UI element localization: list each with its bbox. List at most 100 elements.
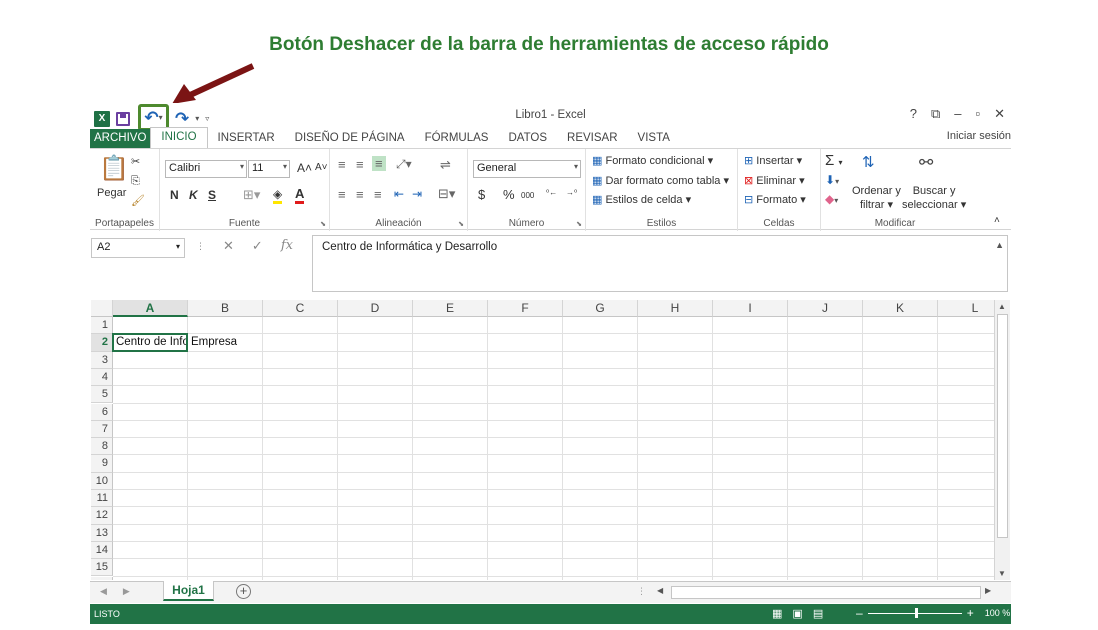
column-header-g[interactable]: G [563, 300, 638, 317]
format-as-table-button[interactable]: ▦ Dar formato como tabla ▾ [592, 174, 729, 187]
formula-bar-input[interactable]: Centro de Informática y Desarrollo ▲ [312, 235, 1008, 292]
tab-diseno[interactable]: DISEÑO DE PÁGINA [285, 129, 415, 148]
normal-view-icon[interactable]: ▦ [772, 607, 782, 620]
collapse-ribbon-icon[interactable]: ˄ [994, 215, 1000, 226]
sort-filter-button[interactable]: Ordenar y filtrar ▾ [852, 184, 901, 212]
format-painter-icon[interactable]: 🖌 [131, 194, 145, 207]
row-header-2[interactable]: 2 [91, 334, 113, 352]
thousands-button[interactable]: 000 [521, 191, 534, 200]
autosum-icon[interactable]: Σ ▾ [825, 152, 842, 169]
align-middle-icon[interactable]: ≡ [356, 157, 364, 172]
underline-button[interactable]: S [208, 188, 216, 202]
format-cells-button[interactable]: ⊟ Formato ▾ [744, 193, 806, 206]
column-header-j[interactable]: J [788, 300, 863, 317]
confirm-entry-icon[interactable]: ✓ [252, 238, 263, 254]
worksheet-grid[interactable]: ABCDEFGHIJKL12345678910111213141516Centr… [91, 300, 994, 580]
tab-vista[interactable]: VISTA [628, 129, 680, 148]
zoom-out-icon[interactable]: – [856, 606, 863, 620]
wrap-text-icon[interactable]: ⇌ [440, 157, 451, 173]
tab-datos[interactable]: DATOS [498, 129, 557, 148]
scroll-left-icon[interactable]: ◀ [657, 586, 663, 595]
column-header-e[interactable]: E [413, 300, 488, 317]
tab-insertar[interactable]: INSERTAR [208, 129, 285, 148]
next-sheet-icon[interactable]: ▶ [123, 586, 130, 597]
hscroll-split-icon[interactable]: ⋮ [637, 586, 646, 597]
row-header-9[interactable]: 9 [91, 455, 113, 473]
conditional-format-button[interactable]: ▦ Formato condicional ▾ [592, 154, 713, 167]
tab-formulas[interactable]: FÓRMULAS [415, 129, 499, 148]
row-header-13[interactable]: 13 [91, 524, 113, 542]
column-header-a[interactable]: A [113, 300, 188, 317]
font-name-select[interactable]: Calibri ▾ [165, 160, 247, 178]
delete-cells-button[interactable]: ⊠ Eliminar ▾ [744, 174, 805, 187]
fill-color-icon[interactable]: ◈ [273, 187, 283, 204]
shrink-font-icon[interactable]: A˅ [315, 162, 328, 173]
paste-button[interactable]: Pegar [97, 187, 126, 199]
select-all-corner[interactable] [91, 300, 113, 317]
name-box[interactable]: A2 ▾ [91, 238, 185, 258]
row-header-1[interactable]: 1 [91, 317, 113, 335]
clear-icon[interactable]: ◆▾ [825, 192, 838, 206]
tab-inicio[interactable]: INICIO [150, 127, 208, 148]
tab-archivo[interactable]: ARCHIVO [90, 129, 151, 148]
align-bottom-icon[interactable]: ≡ [372, 156, 386, 171]
close-button[interactable]: ✕ [994, 106, 1005, 122]
tab-revisar[interactable]: REVISAR [557, 129, 628, 148]
percent-button[interactable]: % [503, 187, 515, 202]
insert-cells-button[interactable]: ⊞ Insertar ▾ [744, 154, 802, 167]
currency-button[interactable]: $ [478, 187, 485, 202]
row-header-16[interactable]: 16 [91, 576, 113, 580]
orientation-icon[interactable]: ⤢▾ [396, 157, 412, 172]
restore-button[interactable]: ▫ [975, 106, 980, 122]
fill-icon[interactable]: ⬇▾ [825, 173, 839, 187]
align-left-icon[interactable]: ≡ [338, 187, 346, 202]
prev-sheet-icon[interactable]: ◀ [100, 586, 107, 597]
number-format-select[interactable]: General ▾ [473, 160, 581, 178]
align-right-icon[interactable]: ≡ [374, 187, 382, 202]
column-header-b[interactable]: B [188, 300, 263, 317]
row-header-8[interactable]: 8 [91, 438, 113, 456]
add-sheet-icon[interactable]: + [236, 584, 251, 599]
align-center-icon[interactable]: ≡ [356, 187, 364, 202]
zoom-slider-knob[interactable] [914, 607, 918, 618]
cancel-entry-icon[interactable]: ✕ [223, 238, 234, 254]
sheet-tab-hoja1[interactable]: Hoja1 [163, 581, 214, 601]
copy-icon[interactable]: ⎘ [131, 175, 140, 188]
sort-filter-icon[interactable]: ⇅ [862, 153, 875, 171]
italic-button[interactable]: K [189, 188, 198, 202]
zoom-in-icon[interactable]: + [967, 606, 974, 620]
zoom-level[interactable]: 100 % [985, 608, 1011, 618]
help-button[interactable]: ? [910, 106, 917, 122]
paste-icon[interactable]: 📋 [99, 154, 129, 183]
column-header-f[interactable]: F [488, 300, 563, 317]
cut-icon[interactable]: ✂ [131, 155, 140, 168]
column-header-h[interactable]: H [638, 300, 713, 317]
zoom-slider[interactable] [867, 607, 962, 618]
scroll-down-icon[interactable]: ▼ [998, 569, 1006, 578]
grow-font-icon[interactable]: A˄ [297, 161, 312, 175]
ribbon-display-button[interactable]: ⧉ [931, 106, 940, 122]
vertical-scroll-thumb[interactable] [997, 314, 1008, 538]
font-dialog-launcher-icon[interactable]: ⬊ [320, 220, 326, 228]
merge-center-icon[interactable]: ⊟▾ [438, 186, 455, 202]
formula-options-icon[interactable]: ⋮ [196, 241, 205, 254]
row-header-10[interactable]: 10 [91, 472, 113, 490]
row-header-14[interactable]: 14 [91, 541, 113, 560]
vertical-scrollbar[interactable]: ▲ ▼ [994, 300, 1010, 580]
align-top-icon[interactable]: ≡ [338, 157, 346, 172]
increase-indent-icon[interactable]: ⇥ [412, 187, 422, 201]
minimize-button[interactable]: – [954, 106, 961, 122]
number-dialog-launcher-icon[interactable]: ⬊ [576, 220, 582, 228]
binoculars-icon[interactable]: ⚯ [919, 153, 933, 173]
column-header-k[interactable]: K [863, 300, 938, 317]
row-header-7[interactable]: 7 [91, 420, 113, 439]
row-header-15[interactable]: 15 [91, 559, 113, 577]
scroll-up-icon[interactable]: ▲ [998, 302, 1006, 311]
row-header-3[interactable]: 3 [91, 351, 113, 369]
row-header-4[interactable]: 4 [91, 368, 113, 387]
signin-link[interactable]: Iniciar sesión [947, 130, 1011, 142]
bold-button[interactable]: N [170, 188, 179, 202]
decrease-decimal-icon[interactable]: →⁰ [566, 188, 577, 197]
cell-styles-button[interactable]: ▦ Estilos de celda ▾ [592, 193, 691, 206]
formula-expand-icon[interactable]: ▲ [995, 240, 1004, 250]
